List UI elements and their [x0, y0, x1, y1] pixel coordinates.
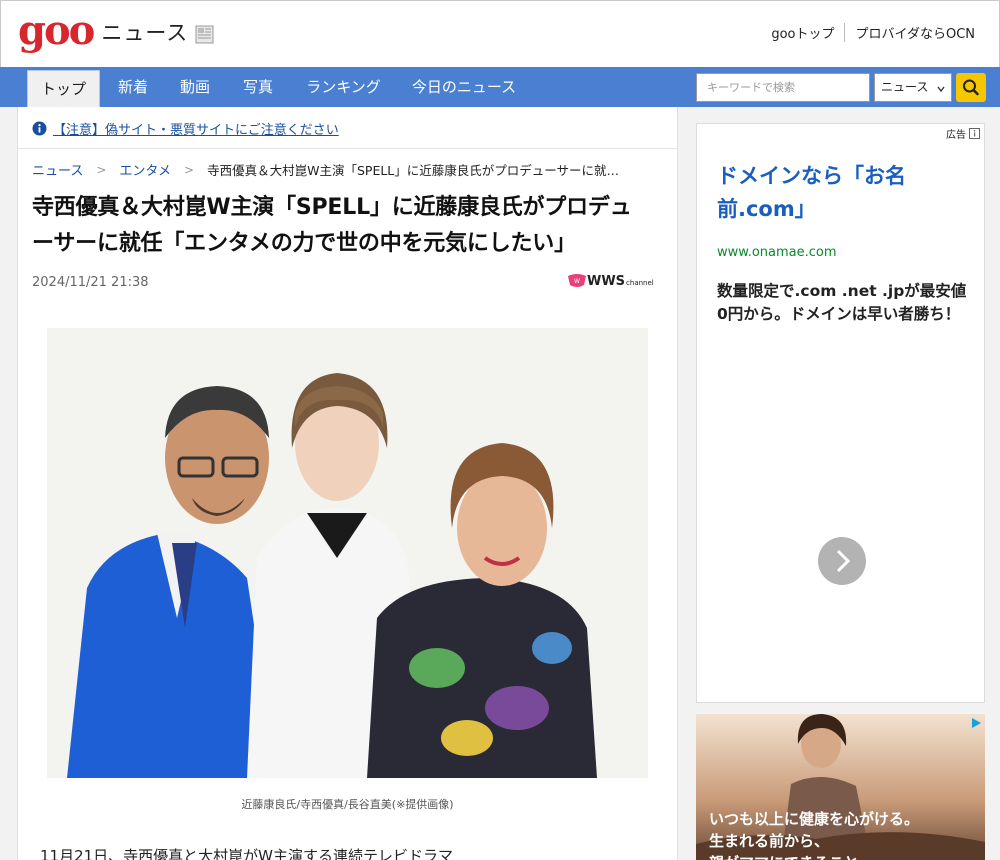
logo-news: ニュース — [101, 21, 189, 45]
svg-text:W: W — [574, 278, 580, 285]
chevron-right-icon — [836, 549, 851, 573]
wws-logo-icon: W — [568, 274, 586, 287]
ad-label-text: 広告 — [946, 130, 966, 141]
search-icon — [963, 79, 979, 96]
logo-goo: goo — [18, 7, 95, 54]
ad-description: 数量限定で.com .net .jpが最安値0円から。ドメインは早い者勝ち！ — [717, 282, 967, 323]
tab-new[interactable]: 新着 — [108, 67, 158, 107]
ad-health-line-1: いつも以上に健康を心がける。 — [709, 810, 920, 828]
article-headline: 寺西優真＆大村崑W主演「SPELL」に近藤康良氏がプロデュ ーサーに就任「エンタ… — [32, 190, 662, 262]
search-button[interactable] — [956, 73, 986, 102]
photo-caption: 近藤康良氏/寺西優真/長谷直美(※提供画像) — [241, 798, 454, 811]
header-links: gooトップ プロバイダならOCN — [761, 23, 985, 42]
ad-info-icon[interactable] — [969, 128, 980, 139]
tab-ranking[interactable]: ランキング — [297, 67, 390, 107]
article-date: 2024/11/21 21:38 — [32, 275, 149, 290]
tab-today-news[interactable]: 今日のニュース — [404, 67, 524, 107]
headline-line-1: 寺西優真＆大村崑W主演「SPELL」に近藤康良氏がプロデュ — [32, 195, 632, 220]
ad-health-text: いつも以上に健康を心がける。 生まれる前から、 親がママにできること — [709, 808, 919, 860]
goo-top-link[interactable]: gooトップ — [761, 23, 844, 42]
breadcrumb: ニュース > エンタメ > 寺西優真＆大村崑W主演「SPELL」に近藤康良氏がプ… — [32, 160, 620, 180]
notice-text: 【注意】偽サイト・悪質サイトにご注意ください — [53, 123, 339, 138]
ad-health-line-3: 親がママにできること — [709, 852, 919, 860]
ad-url[interactable]: www.onamae.com — [717, 245, 837, 260]
headline-line-2: ーサーに就任「エンタメの力で世の中を元気にしたい」 — [32, 231, 576, 256]
tab-top[interactable]: トップ — [27, 70, 100, 107]
goo-news-logo[interactable]: goo ニュース — [18, 11, 216, 51]
adchoices-icon[interactable] — [969, 716, 983, 730]
search-input[interactable]: キーワードで検索 — [696, 73, 870, 102]
photo-illustration — [47, 328, 648, 778]
newspaper-icon — [195, 25, 214, 44]
notice-divider — [17, 148, 678, 149]
chevron-down-icon — [937, 86, 945, 93]
source-sub: channel — [626, 279, 654, 287]
search-scope-select[interactable]: ニュース — [874, 73, 952, 102]
search-scope-value: ニュース — [881, 80, 929, 94]
ad-label: 広告 — [946, 126, 980, 141]
notice-banner[interactable]: 【注意】偽サイト・悪質サイトにご注意ください — [32, 119, 339, 138]
breadcrumb-entertainment[interactable]: エンタメ — [119, 160, 171, 179]
article-body-text: 11月21日、寺西優真と大村崑がW主演する連続テレビドラマ — [40, 847, 454, 860]
info-icon — [32, 121, 47, 136]
article-photo — [47, 328, 648, 778]
ocn-link[interactable]: プロバイダならOCN — [844, 23, 985, 42]
ad-health-line-2: 生まれる前から、 — [709, 832, 830, 850]
breadcrumb-news[interactable]: ニュース — [32, 160, 83, 179]
breadcrumb-separator: > — [184, 162, 195, 177]
ad-next-button[interactable] — [818, 537, 866, 585]
ad-title[interactable]: ドメインなら「お名前.com」 — [717, 160, 972, 226]
site-header: goo ニュース gooトップ プロバイダならOCN — [0, 0, 1000, 67]
tab-video[interactable]: 動画 — [170, 67, 220, 107]
tab-photo[interactable]: 写真 — [233, 67, 283, 107]
ad-health[interactable]: いつも以上に健康を心がける。 生まれる前から、 親がママにできること — [696, 714, 985, 860]
breadcrumb-separator: > — [96, 162, 107, 177]
ad-onamae[interactable]: 広告 ドメインなら「お名前.com」 www.onamae.com 数量限定で.… — [696, 123, 985, 703]
breadcrumb-current: 寺西優真＆大村崑W主演「SPELL」に近藤康良氏がプロデューサーに就… — [207, 163, 620, 178]
source-name: WWS — [587, 273, 626, 289]
source-logo[interactable]: W WWS channel — [567, 273, 654, 289]
